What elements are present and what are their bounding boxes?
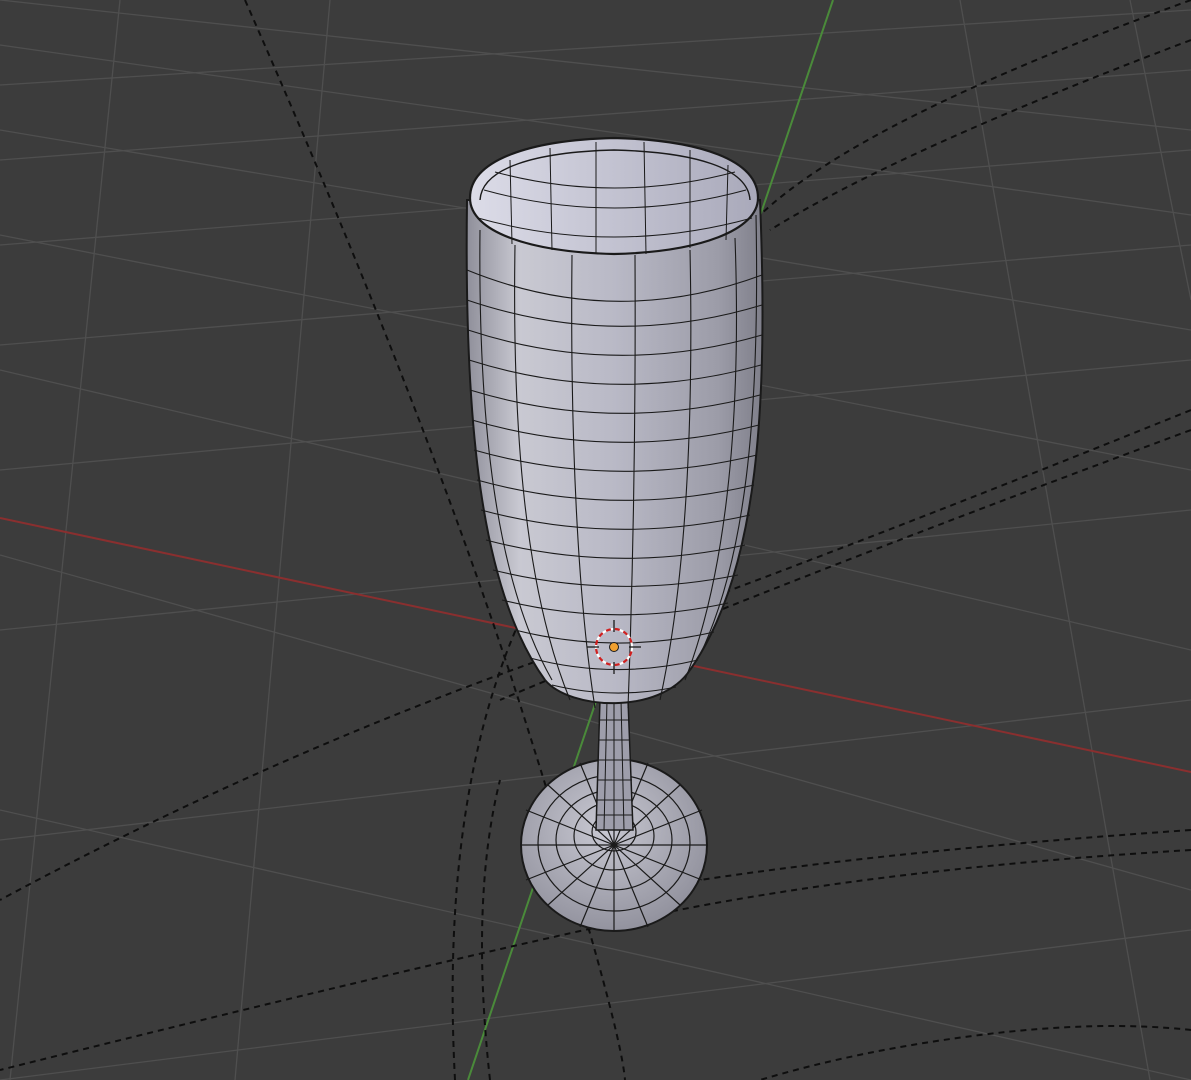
viewport-canvas[interactable] [0, 0, 1191, 1080]
glass-rim[interactable] [468, 136, 760, 256]
object-origin-icon [609, 642, 619, 652]
glass-stem[interactable] [595, 699, 634, 831]
3d-viewport[interactable] [0, 0, 1191, 1080]
